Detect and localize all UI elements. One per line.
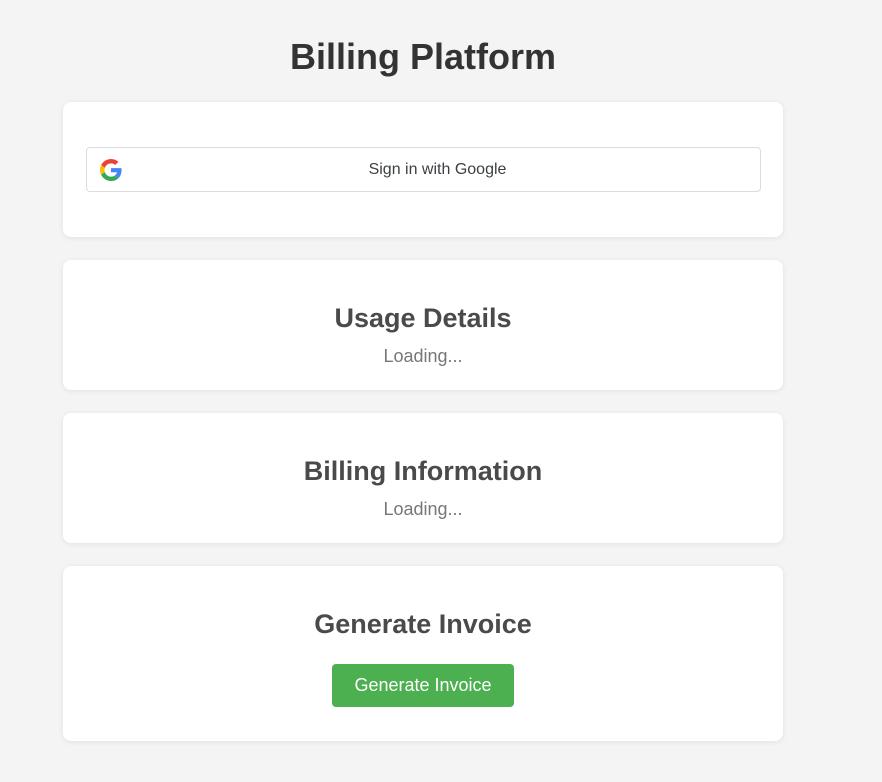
usage-loading-text: Loading... bbox=[383, 346, 463, 366]
page-title: Billing Platform bbox=[289, 36, 556, 77]
signin-card: Sign in with Google bbox=[63, 102, 783, 237]
billing-information-heading: Billing Information bbox=[303, 456, 543, 486]
usage-details-card: Usage Details Loading... bbox=[63, 260, 783, 390]
generate-invoice-card: Generate Invoice Generate Invoice bbox=[63, 566, 783, 741]
generate-invoice-heading: Generate Invoice bbox=[314, 609, 532, 639]
billing-loading-text: Loading... bbox=[383, 499, 463, 519]
google-signin-button[interactable]: Sign in with Google bbox=[86, 147, 761, 192]
usage-details-heading: Usage Details bbox=[334, 303, 512, 333]
generate-invoice-button[interactable]: Generate Invoice bbox=[332, 664, 514, 707]
google-signin-label: Sign in with Google bbox=[368, 161, 507, 178]
billing-information-card: Billing Information Loading... bbox=[63, 413, 783, 543]
